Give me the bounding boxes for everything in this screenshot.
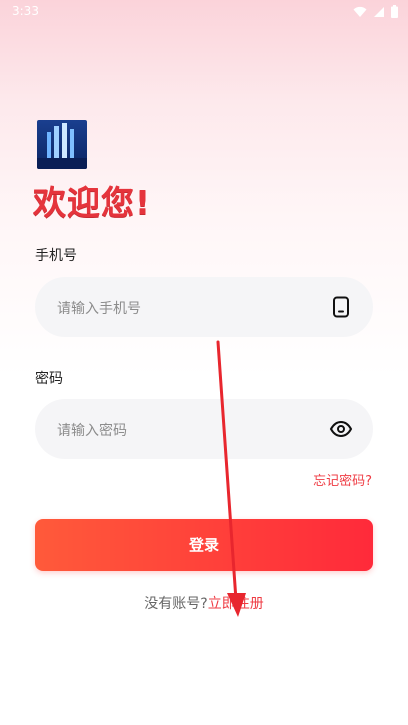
forgot-password-link[interactable]: 忘记密码? — [313, 470, 372, 489]
register-link[interactable]: 立即注册 — [208, 596, 264, 612]
no-account-text: 没有账号? — [144, 596, 208, 612]
welcome-title: 欢迎您! — [33, 183, 152, 222]
login-button[interactable]: 登录 — [35, 519, 373, 571]
password-placeholder: 请输入密码 — [57, 423, 127, 439]
phone-label: 手机号 — [35, 248, 77, 264]
status-icons — [353, 5, 398, 18]
phone-placeholder: 请输入手机号 — [57, 301, 141, 317]
app-logo — [37, 120, 87, 169]
phone-field[interactable]: 请输入手机号 — [35, 277, 373, 337]
annotation-arrow — [216, 340, 246, 617]
status-bar: 3:33 — [0, 0, 408, 24]
phone-icon — [333, 296, 349, 318]
status-time: 3:33 — [12, 4, 39, 18]
password-field[interactable]: 请输入密码 — [35, 399, 373, 459]
signal-icon — [374, 6, 384, 17]
wifi-icon — [353, 6, 367, 17]
register-row: 没有账号?立即注册 — [0, 593, 408, 613]
battery-icon — [391, 5, 398, 18]
password-label: 密码 — [35, 371, 63, 387]
eye-icon[interactable] — [329, 417, 353, 441]
